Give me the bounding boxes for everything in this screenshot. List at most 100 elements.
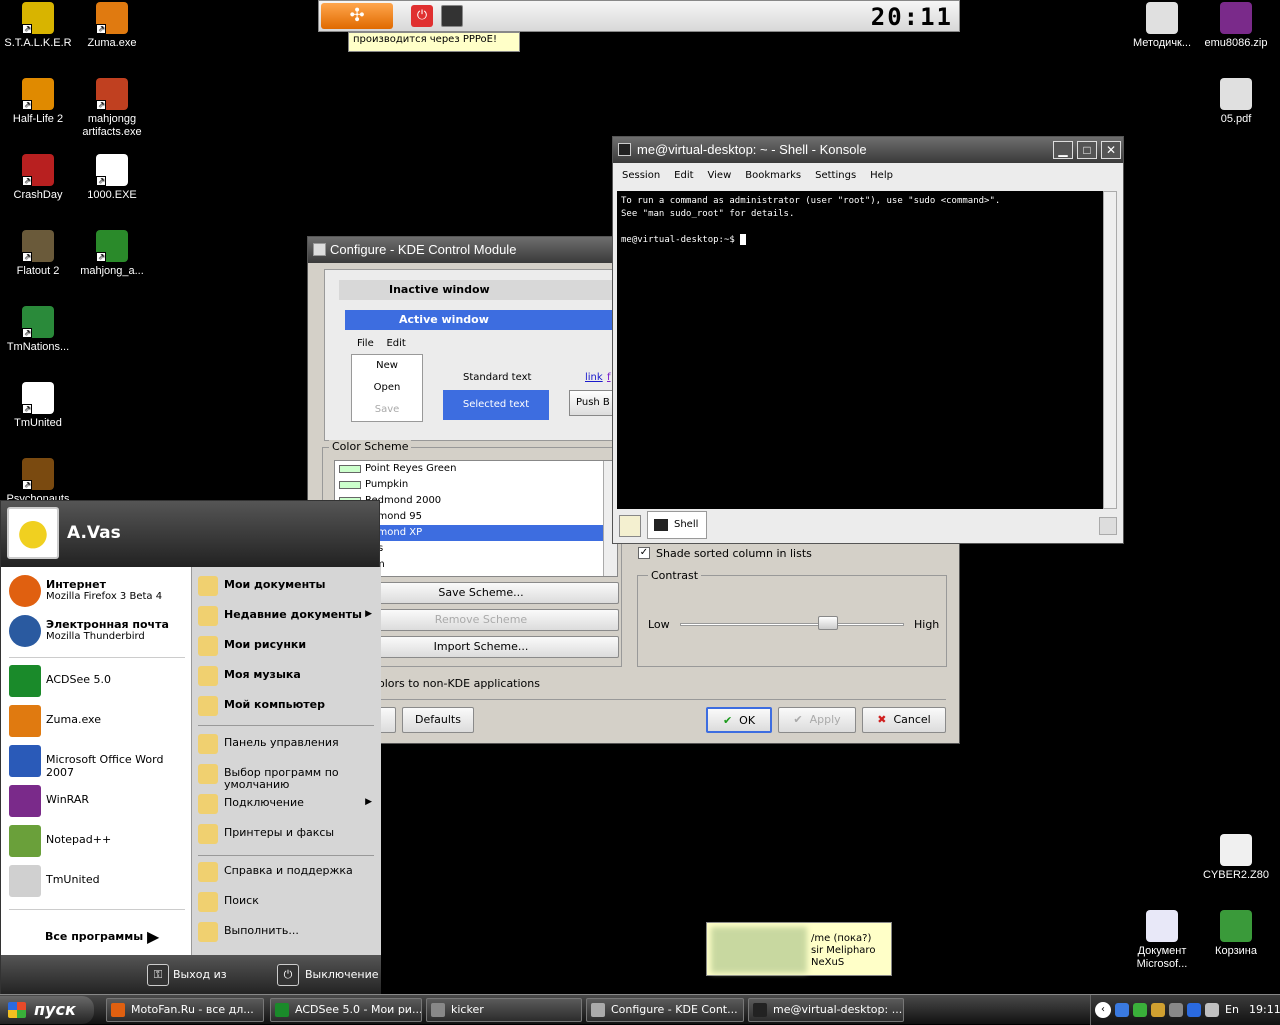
- pinned-thunderbird[interactable]: Электронная почта Mozilla Thunderbird: [9, 613, 187, 649]
- scheme-item[interactable]: Pumpkin: [335, 477, 617, 493]
- close-tab-icon[interactable]: [1099, 517, 1117, 535]
- konsole-menu-session[interactable]: Session: [615, 167, 667, 185]
- gamepad-icon[interactable]: [1169, 1003, 1183, 1017]
- desktop-icon-radiation[interactable]: ↗ S.T.A.L.K.E.R: [0, 2, 78, 50]
- winrar-icon: [1220, 2, 1252, 34]
- terminal-icon[interactable]: [441, 5, 463, 27]
- konsole-menu-bookmarks[interactable]: Bookmarks: [738, 167, 808, 185]
- shutdown-button[interactable]: ⏻ Выключение: [277, 963, 379, 987]
- pinned-firefox[interactable]: Интернет Mozilla Firefox 3 Beta 4: [9, 573, 187, 609]
- control-panel-icon: [198, 734, 218, 754]
- konsole-titlebar[interactable]: me@virtual-desktop: ~ - Shell - Konsole …: [613, 137, 1123, 163]
- desktop-icon-psychonauts[interactable]: ↗ Psychonauts: [0, 458, 78, 506]
- chat-popup: /me (пока?) sir Melipharo NeXuS: [706, 922, 892, 976]
- ok-button[interactable]: ✔ OK: [706, 707, 772, 733]
- start-run[interactable]: Выполнить...: [198, 919, 378, 945]
- desktop-icon-label: TmNations...: [6, 341, 70, 353]
- kicker-clock[interactable]: 20:11: [871, 3, 953, 31]
- volume-icon[interactable]: [1205, 1003, 1219, 1017]
- folder-docs-icon: [198, 576, 218, 596]
- start-folder-music[interactable]: Моя музыка: [198, 663, 378, 689]
- new-tab-icon[interactable]: [619, 515, 641, 537]
- defaults-button[interactable]: Defaults: [402, 707, 474, 733]
- recent-program[interactable]: TmUnited: [9, 863, 187, 899]
- taskbar-button[interactable]: MotoFan.Ru - все дл...: [106, 998, 264, 1022]
- recent-program[interactable]: Microsoft Office Word 2007: [9, 743, 187, 779]
- start-button[interactable]: пуск: [0, 996, 94, 1024]
- bluetooth-icon[interactable]: [1115, 1003, 1129, 1017]
- contrast-slider-track[interactable]: [680, 623, 904, 626]
- all-programs-button[interactable]: Все программы ▶: [45, 925, 175, 949]
- recent-program[interactable]: WinRAR: [9, 783, 187, 819]
- shield-icon[interactable]: [1151, 1003, 1165, 1017]
- desktop-icon-winrar[interactable]: emu8086.zip: [1196, 2, 1276, 50]
- desktop-icon-mahjongg[interactable]: ↗ mahjongg artifacts.exe: [72, 78, 152, 139]
- recent-program[interactable]: Notepad++: [9, 823, 187, 859]
- tray-clock[interactable]: 19:11: [1249, 1003, 1280, 1016]
- desktop-icon-zuma[interactable]: ↗ Zuma.exe: [72, 2, 152, 50]
- start-default-programs[interactable]: Выбор программ по умолчанию: [198, 761, 378, 791]
- import-scheme-button[interactable]: Import Scheme...: [343, 636, 619, 658]
- apply-button[interactable]: ✔ Apply: [778, 707, 856, 733]
- konsole-menu-view[interactable]: View: [701, 167, 739, 185]
- shortcut-arrow-icon: ↗: [22, 252, 32, 262]
- shade-sorted-checkbox[interactable]: ✓: [638, 547, 650, 559]
- desktop-icon-cards[interactable]: ↗ 1000.EXE: [72, 154, 152, 202]
- network-tray-icon[interactable]: [1187, 1003, 1201, 1017]
- minimize-button[interactable]: ▁: [1053, 141, 1073, 159]
- language-indicator[interactable]: En: [1225, 1003, 1239, 1016]
- start-control-panel[interactable]: Панель управления: [198, 731, 378, 757]
- desktop-icon-recycle-bin[interactable]: Корзина: [1196, 910, 1276, 958]
- logout-icon[interactable]: ⏻: [411, 5, 433, 27]
- shortcut-arrow-icon: ↗: [96, 252, 106, 262]
- maximize-button[interactable]: □: [1077, 141, 1097, 159]
- start-menu-header: ● A.Vas: [1, 501, 379, 567]
- desktop-icon-word-doc[interactable]: Документ Microsof...: [1122, 910, 1202, 971]
- desktop-icon-flatout[interactable]: ↗ Flatout 2: [0, 230, 78, 278]
- konsole-menu-settings[interactable]: Settings: [808, 167, 863, 185]
- remove-scheme-button[interactable]: Remove Scheme: [343, 609, 619, 631]
- desktop-icon-tmunited[interactable]: ↗ TmUnited: [0, 382, 78, 430]
- kde-logo-icon: ✣: [349, 5, 365, 26]
- taskbar-button[interactable]: kicker: [426, 998, 582, 1022]
- start-network[interactable]: Подключение ▶: [198, 791, 378, 817]
- terminal-area[interactable]: To run a command as administrator (user …: [617, 191, 1107, 509]
- start-printer[interactable]: Принтеры и факсы: [198, 821, 378, 847]
- start-computer[interactable]: Мой компьютер: [198, 693, 378, 719]
- close-button[interactable]: ✕: [1101, 141, 1121, 159]
- start-folder-docs[interactable]: Мои документы: [198, 573, 378, 599]
- pdf-icon: [1146, 2, 1178, 34]
- cancel-button[interactable]: ✖ Cancel: [862, 707, 946, 733]
- konsole-menu-help[interactable]: Help: [863, 167, 900, 185]
- start-help[interactable]: Справка и поддержка: [198, 859, 378, 885]
- start-folder-recent[interactable]: Недавние документы ▶: [198, 603, 378, 629]
- recent-program[interactable]: ACDSee 5.0: [9, 663, 187, 699]
- kde-menu-button[interactable]: ✣: [321, 3, 393, 29]
- word-doc-icon: [1146, 910, 1178, 942]
- recent-program[interactable]: Zuma.exe: [9, 703, 187, 739]
- taskbar-button[interactable]: me@virtual-desktop: ...: [748, 998, 904, 1022]
- start-folder-pictures[interactable]: Мои рисунки: [198, 633, 378, 659]
- terminal-scrollbar[interactable]: [1103, 191, 1117, 509]
- desktop-icon-file[interactable]: CYBER2.Z80: [1196, 834, 1276, 882]
- konsole-menu-edit[interactable]: Edit: [667, 167, 700, 185]
- start-search[interactable]: Поиск: [198, 889, 378, 915]
- desktop-icon-mahjong-tile[interactable]: ↗ mahjong_a...: [72, 230, 152, 278]
- desktop-icon-halflife[interactable]: ↗ Half-Life 2: [0, 78, 78, 126]
- desktop-icon-tmnations[interactable]: ↗ TmNations...: [0, 306, 78, 354]
- contrast-slider-handle[interactable]: [817, 616, 838, 630]
- desktop-icon-pdf[interactable]: Методичк...: [1122, 2, 1202, 50]
- logoff-button[interactable]: ⚿ Выход из системы: [147, 963, 271, 1005]
- taskbar-button[interactable]: ACDSee 5.0 - Мои ри...: [270, 998, 422, 1022]
- shortcut-arrow-icon: ↗: [96, 176, 106, 186]
- icq-icon[interactable]: [1133, 1003, 1147, 1017]
- desktop-icon-pdf[interactable]: 05.pdf: [1196, 78, 1276, 126]
- save-scheme-button[interactable]: Save Scheme...: [343, 582, 619, 604]
- scheme-item[interactable]: Point Reyes Green: [335, 461, 617, 477]
- tray-expand-icon[interactable]: ‹: [1095, 1002, 1111, 1018]
- kde-window-title: Configure - KDE Control Module: [330, 242, 517, 257]
- desktop-icon-car[interactable]: ↗ CrashDay: [0, 154, 78, 202]
- taskbar-button[interactable]: Configure - KDE Cont...: [586, 998, 744, 1022]
- user-avatar[interactable]: ●: [7, 507, 59, 559]
- shell-tab[interactable]: Shell: [647, 511, 707, 539]
